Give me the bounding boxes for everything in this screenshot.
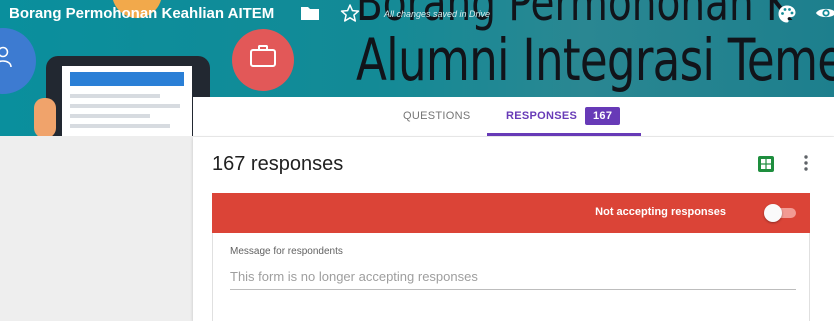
save-status: All changes saved in Drive bbox=[384, 9, 491, 19]
accepting-responses-label: Not accepting responses bbox=[595, 206, 726, 218]
star-icon[interactable] bbox=[340, 3, 360, 23]
active-tab-indicator bbox=[487, 133, 641, 136]
folder-icon[interactable] bbox=[300, 4, 320, 22]
accepting-responses-toggle[interactable] bbox=[764, 204, 798, 222]
top-bar: Borang Permohonan Keahlian AITEM All cha… bbox=[0, 0, 834, 28]
respondent-message-section: Message for respondents This form is no … bbox=[212, 233, 810, 321]
tablet-illustration bbox=[46, 56, 210, 136]
respondent-message-input[interactable]: This form is no longer accepting respons… bbox=[230, 269, 796, 290]
responses-count-heading: 167 responses bbox=[212, 153, 344, 175]
responses-card: 167 responses Not accepting responses Me… bbox=[193, 137, 834, 321]
form-title[interactable]: Borang Permohonan Keahlian AITEM bbox=[9, 5, 274, 22]
banner-title: Alumni Integrasi Teme bbox=[356, 26, 834, 94]
person-icon bbox=[0, 46, 12, 68]
briefcase-icon bbox=[250, 45, 276, 67]
more-options-icon[interactable] bbox=[802, 154, 810, 172]
eye-icon[interactable] bbox=[815, 5, 834, 21]
form-tabs: QUESTIONS RESPONSES 167 bbox=[193, 97, 834, 136]
message-label: Message for respondents bbox=[230, 246, 343, 257]
tab-label: QUESTIONS bbox=[403, 110, 471, 122]
hand-illustration bbox=[34, 98, 56, 136]
response-count-badge: 167 bbox=[585, 107, 621, 125]
accepting-responses-bar: Not accepting responses bbox=[212, 193, 810, 233]
tab-questions[interactable]: QUESTIONS bbox=[403, 97, 471, 136]
sheets-icon[interactable] bbox=[757, 155, 775, 173]
palette-icon[interactable] bbox=[777, 4, 797, 24]
tab-label: RESPONSES bbox=[506, 110, 578, 122]
tab-responses[interactable]: RESPONSES 167 bbox=[487, 97, 641, 136]
